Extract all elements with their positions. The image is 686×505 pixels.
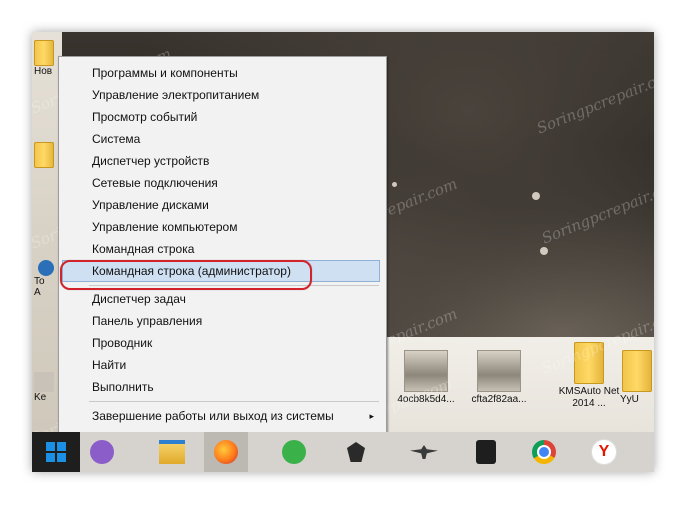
menu-item-label: Система <box>92 132 141 146</box>
chevron-right-icon: ▸ <box>369 411 374 421</box>
game-icon-1 <box>347 442 365 462</box>
desktop-icon-left-2[interactable] <box>34 142 60 168</box>
menu-item-label: Просмотр событий <box>92 110 198 124</box>
taskbar-firefox[interactable] <box>204 432 248 472</box>
folder-icon <box>34 40 54 66</box>
image-thumbnail-icon <box>404 350 448 392</box>
desktop-icon-label: Ke <box>34 392 47 403</box>
menu-item-programs[interactable]: Программы и компоненты <box>59 62 386 84</box>
menu-item-label: Диспетчер устройств <box>92 154 210 168</box>
yandex-browser-icon: Y <box>591 439 617 465</box>
menu-item-label: Проводник <box>92 336 153 350</box>
menu-item-device-manager[interactable]: Диспетчер устройств <box>59 150 386 172</box>
image-thumbnail-icon <box>477 350 521 392</box>
screenshot-frame: Нов To A Ke 4ocb8k5d4... cfta2f82aa... K… <box>32 32 654 472</box>
start-button[interactable] <box>32 432 80 472</box>
menu-item-disk-management[interactable]: Управление дисками <box>59 194 386 216</box>
menu-item-label: Выполнить <box>92 380 154 394</box>
menu-item-power[interactable]: Управление электропитанием <box>59 84 386 106</box>
folder-icon <box>622 350 652 392</box>
taskbar-warships[interactable] <box>464 432 508 472</box>
app-icon <box>38 260 54 276</box>
app-icon <box>34 372 54 392</box>
menu-item-command-prompt[interactable]: Командная строка <box>59 238 386 260</box>
utorrent-icon <box>282 440 306 464</box>
menu-item-label: Командная строка <box>92 242 195 256</box>
taskbar-yandex[interactable]: Y <box>582 432 626 472</box>
menu-item-network[interactable]: Сетевые подключения <box>59 172 386 194</box>
desktop-icon-label: KMSAuto Net 2014 ... <box>558 386 620 409</box>
taskbar-chrome[interactable] <box>522 432 566 472</box>
menu-item-control-panel[interactable]: Панель управления <box>59 310 386 332</box>
wallpaper-detail <box>392 182 397 187</box>
menu-item-label: Завершение работы или выход из системы <box>92 409 334 423</box>
taskbar-game-1[interactable] <box>334 432 378 472</box>
desktop-icon-label: Нов <box>34 66 53 77</box>
menu-item-shutdown[interactable]: Завершение работы или выход из системы ▸ <box>59 405 386 427</box>
menu-separator <box>89 401 379 402</box>
desktop-icon-left-3[interactable]: To A <box>34 260 60 298</box>
file-explorer-icon <box>159 440 185 464</box>
folder-icon <box>34 142 54 168</box>
menu-item-search[interactable]: Найти <box>59 354 386 376</box>
menu-item-task-manager[interactable]: Диспетчер задач <box>59 288 386 310</box>
wallpaper-detail <box>540 247 548 255</box>
desktop-icon-label: YyU <box>620 394 639 405</box>
desktop-icon-left-4[interactable]: Ke <box>34 372 60 403</box>
menu-item-label: Управление дисками <box>92 198 209 212</box>
desktop-icon-yyu[interactable]: YyU <box>614 350 654 406</box>
cortana-mic-icon <box>90 440 114 464</box>
menu-item-label: Найти <box>92 358 127 372</box>
taskbar-utorrent[interactable] <box>272 432 316 472</box>
winx-context-menu: Программы и компоненты Управление электр… <box>58 56 387 456</box>
menu-item-run[interactable]: Выполнить <box>59 376 386 398</box>
menu-item-label: Диспетчер задач <box>92 292 186 306</box>
menu-item-explorer[interactable]: Проводник <box>59 332 386 354</box>
desktop-icon-label: A <box>34 287 41 298</box>
world-of-warships-icon <box>476 440 496 464</box>
menu-item-system[interactable]: Система <box>59 128 386 150</box>
menu-item-label: Программы и компоненты <box>92 66 238 80</box>
taskbar-cortana[interactable] <box>80 432 124 472</box>
highlight-callout <box>60 260 312 290</box>
menu-item-label: Панель управления <box>92 314 203 328</box>
menu-item-label: Сетевые подключения <box>92 176 218 190</box>
desktop-icon-left-1[interactable]: Нов <box>34 40 60 77</box>
desktop-icon-image-2[interactable]: cfta2f82aa... <box>466 350 532 406</box>
world-of-warplanes-icon <box>410 445 438 459</box>
menu-item-label: Управление электропитанием <box>92 88 260 102</box>
taskbar-file-explorer[interactable] <box>150 432 194 472</box>
folder-icon <box>574 342 604 384</box>
desktop-icon-label: cfta2f82aa... <box>471 394 527 405</box>
desktop-icon-image-1[interactable]: 4ocb8k5d4... <box>393 350 459 406</box>
desktop-icon-label: To <box>34 276 45 287</box>
wallpaper-detail <box>532 192 540 200</box>
taskbar-warplanes[interactable] <box>402 432 446 472</box>
desktop-icon-label: 4ocb8k5d4... <box>397 394 455 405</box>
menu-item-label: Управление компьютером <box>92 220 238 234</box>
windows-start-icon <box>46 442 66 462</box>
menu-item-computer-management[interactable]: Управление компьютером <box>59 216 386 238</box>
chrome-icon <box>532 440 556 464</box>
taskbar: Y <box>32 432 654 472</box>
firefox-icon <box>214 440 238 464</box>
desktop-icon-kmsauto[interactable]: KMSAuto Net 2014 ... <box>556 342 622 410</box>
menu-item-event-viewer[interactable]: Просмотр событий <box>59 106 386 128</box>
